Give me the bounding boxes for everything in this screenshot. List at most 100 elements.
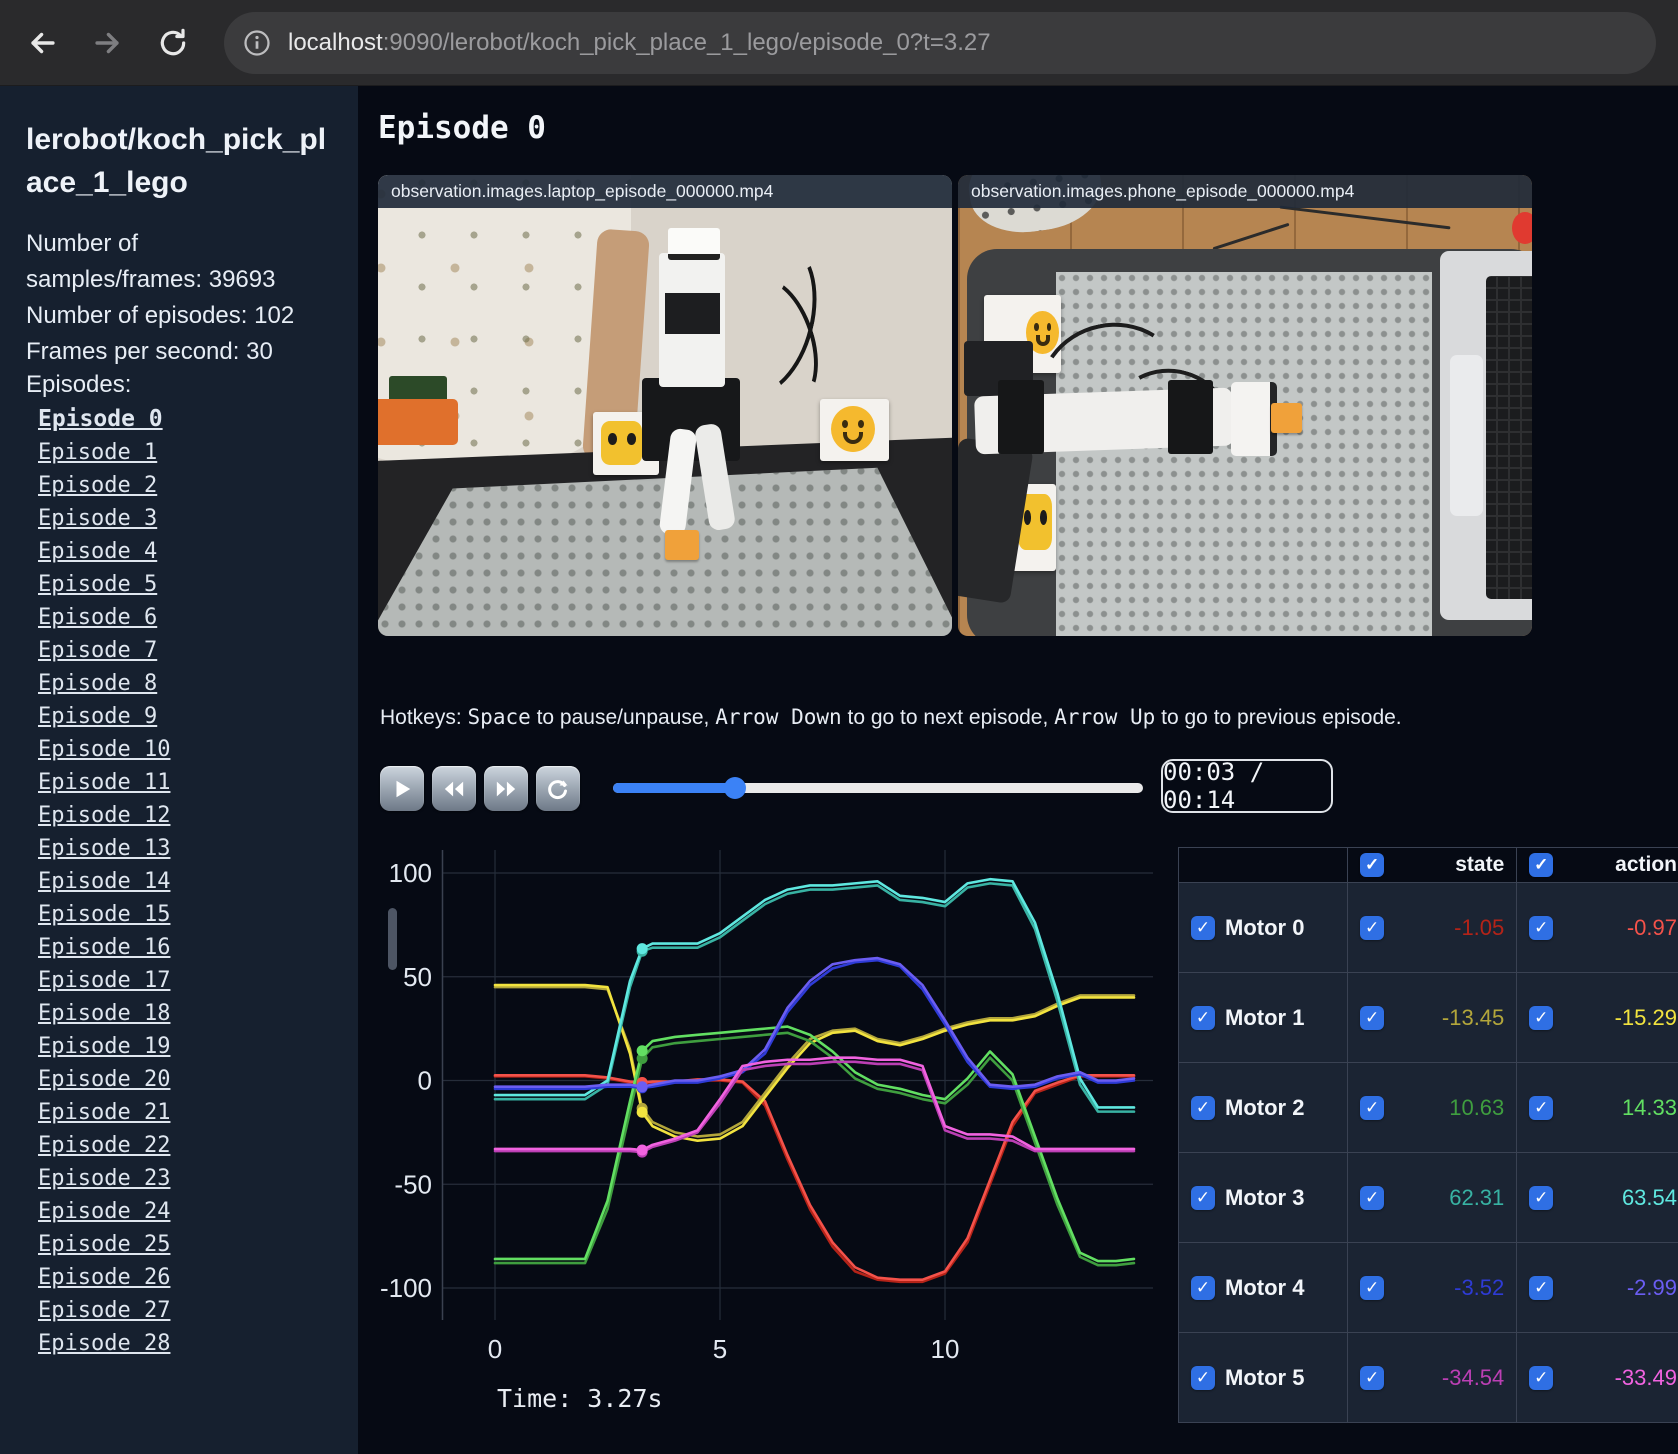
- motor-checkbox[interactable]: ✓: [1191, 1185, 1215, 1210]
- motor-checkbox[interactable]: ✓: [1191, 915, 1215, 940]
- episode-link[interactable]: Episode 17: [38, 969, 170, 992]
- table-row: ✓ Motor 4 ✓ -3.52 ✓ -2.99: [1177, 1242, 1678, 1333]
- video-title-laptop: observation.images.laptop_episode_000000…: [378, 175, 952, 208]
- motor-name: Motor 5: [1225, 1364, 1305, 1390]
- svg-text:0: 0: [418, 1066, 432, 1096]
- table-row: ✓ Motor 2 ✓ 10.63 ✓ 14.33: [1177, 1062, 1678, 1153]
- episode-link[interactable]: Episode 6: [38, 606, 170, 629]
- motor-action-checkbox[interactable]: ✓: [1529, 1095, 1554, 1120]
- motor-action-checkbox[interactable]: ✓: [1529, 1365, 1554, 1390]
- chart-time-annotation: Time: 3.27s: [497, 1384, 663, 1413]
- episode-link[interactable]: Episode 4: [38, 540, 170, 563]
- episode-link[interactable]: Episode 10: [38, 738, 170, 761]
- episode-link[interactable]: Episode 5: [38, 573, 170, 596]
- episodes-label: Episodes:: [26, 371, 132, 398]
- episode-link[interactable]: Episode 7: [38, 639, 170, 662]
- motor-state-checkbox[interactable]: ✓: [1360, 1185, 1385, 1210]
- episode-link[interactable]: Episode 9: [38, 705, 170, 728]
- svg-text:50: 50: [403, 962, 432, 992]
- motor-state-checkbox[interactable]: ✓: [1360, 1365, 1385, 1390]
- svg-text:-100: -100: [380, 1273, 432, 1303]
- table-row: ✓ Motor 3 ✓ 62.31 ✓ 63.54: [1177, 1152, 1678, 1243]
- episode-link[interactable]: Episode 2: [38, 474, 170, 497]
- hotkeys-help: Hotkeys: Space to pause/unpause, Arrow D…: [380, 705, 1402, 729]
- video-phone-still: [958, 175, 1532, 636]
- motor-name: Motor 3: [1225, 1184, 1305, 1210]
- video-title-phone: observation.images.phone_episode_000000.…: [958, 175, 1532, 208]
- video-phone-camera[interactable]: observation.images.phone_episode_000000.…: [958, 175, 1532, 636]
- episode-link[interactable]: Episode 25: [38, 1233, 170, 1256]
- episode-link[interactable]: Episode 21: [38, 1101, 170, 1124]
- episode-link[interactable]: Episode 23: [38, 1167, 170, 1190]
- episode-link[interactable]: Episode 20: [38, 1068, 170, 1091]
- reload-icon[interactable]: [150, 20, 196, 66]
- svg-text:10: 10: [931, 1334, 960, 1364]
- episode-link[interactable]: Episode 15: [38, 903, 170, 926]
- motor-action-checkbox[interactable]: ✓: [1529, 1005, 1554, 1030]
- episode-link[interactable]: Episode 27: [38, 1299, 170, 1322]
- state-column-checkbox[interactable]: ✓: [1360, 853, 1385, 877]
- state-value: -34.54: [1441, 1364, 1505, 1390]
- header-state-cell: ✓ state: [1347, 847, 1518, 883]
- motor-line-chart[interactable]: -100 -50 0 50 100 0 5 10: [378, 790, 1178, 1390]
- key-arrow-down: Arrow Down: [715, 705, 842, 729]
- episode-link[interactable]: Episode 3: [38, 507, 170, 530]
- header-empty-cell: [1177, 847, 1349, 883]
- url-path: :9090/lerobot/koch_pick_place_1_lego/epi…: [382, 29, 991, 56]
- scrollbar-thumb[interactable]: [388, 908, 397, 970]
- motor-name: Motor 4: [1225, 1274, 1305, 1300]
- motor-checkbox[interactable]: ✓: [1191, 1005, 1215, 1030]
- info-icon[interactable]: [234, 20, 280, 66]
- motor-checkbox[interactable]: ✓: [1191, 1365, 1215, 1390]
- episode-link[interactable]: Episode 19: [38, 1035, 170, 1058]
- motor-name: Motor 2: [1225, 1094, 1305, 1120]
- forward-arrow-icon[interactable]: [84, 20, 130, 66]
- episode-link[interactable]: Episode 24: [38, 1200, 170, 1223]
- page-title: Episode 0: [378, 110, 546, 146]
- episode-link[interactable]: Episode 16: [38, 936, 170, 959]
- episode-link-active[interactable]: Episode 0: [38, 408, 170, 431]
- episode-link[interactable]: Episode 26: [38, 1266, 170, 1289]
- action-value: 14.33: [1621, 1094, 1677, 1120]
- episode-link[interactable]: Episode 14: [38, 870, 170, 893]
- action-value: -0.97: [1626, 914, 1677, 940]
- motor-action-checkbox[interactable]: ✓: [1529, 1185, 1554, 1210]
- episode-link[interactable]: Episode 1: [38, 441, 170, 464]
- motor-state-checkbox[interactable]: ✓: [1360, 1005, 1385, 1030]
- key-arrow-up: Arrow Up: [1054, 705, 1156, 729]
- episode-link[interactable]: Episode 8: [38, 672, 170, 695]
- state-column-label: state: [1455, 853, 1505, 876]
- address-bar[interactable]: localhost:9090/lerobot/koch_pick_place_1…: [224, 12, 1656, 74]
- episode-link[interactable]: Episode 12: [38, 804, 170, 827]
- episode-link[interactable]: Episode 13: [38, 837, 170, 860]
- back-arrow-icon[interactable]: [20, 20, 66, 66]
- motor-name: Motor 0: [1225, 914, 1305, 940]
- motor-state-checkbox[interactable]: ✓: [1360, 1095, 1385, 1120]
- table-row: ✓ Motor 5 ✓ -34.54 ✓ -33.49: [1177, 1332, 1678, 1423]
- stat-fps: Frames per second: 30: [26, 338, 273, 365]
- motor-state-checkbox[interactable]: ✓: [1360, 1275, 1385, 1300]
- action-value: 63.54: [1621, 1184, 1677, 1210]
- video-laptop-still: [378, 175, 952, 636]
- url-host: localhost: [288, 29, 383, 56]
- episode-link[interactable]: Episode 28: [38, 1332, 170, 1355]
- episode-link[interactable]: Episode 22: [38, 1134, 170, 1157]
- motor-state-checkbox[interactable]: ✓: [1360, 915, 1385, 940]
- table-row: ✓ Motor 1 ✓ -13.45 ✓ -15.29: [1177, 972, 1678, 1063]
- action-value: -33.49: [1614, 1364, 1677, 1390]
- table-header-row: ✓ state ✓ action: [1177, 847, 1678, 883]
- motor-action-checkbox[interactable]: ✓: [1529, 915, 1554, 940]
- motor-checkbox[interactable]: ✓: [1191, 1095, 1215, 1120]
- action-column-checkbox[interactable]: ✓: [1529, 853, 1554, 877]
- video-laptop-camera[interactable]: observation.images.laptop_episode_000000…: [378, 175, 952, 636]
- motor-checkbox[interactable]: ✓: [1191, 1275, 1215, 1300]
- svg-text:0: 0: [488, 1334, 502, 1364]
- episode-link[interactable]: Episode 18: [38, 1002, 170, 1025]
- dataset-stats: Number of samples/frames: 39693 Number o…: [26, 226, 318, 370]
- episode-link[interactable]: Episode 11: [38, 771, 170, 794]
- motor-action-checkbox[interactable]: ✓: [1529, 1275, 1554, 1300]
- stat-samples: Number of samples/frames: 39693: [26, 230, 276, 293]
- time-display: 00:03 / 00:14: [1161, 758, 1333, 814]
- motor-table: ✓ state ✓ action ✓ Motor 0 ✓ -1.05 ✓ -0.…: [1177, 847, 1678, 1423]
- table-row: ✓ Motor 0 ✓ -1.05 ✓ -0.97: [1177, 882, 1678, 973]
